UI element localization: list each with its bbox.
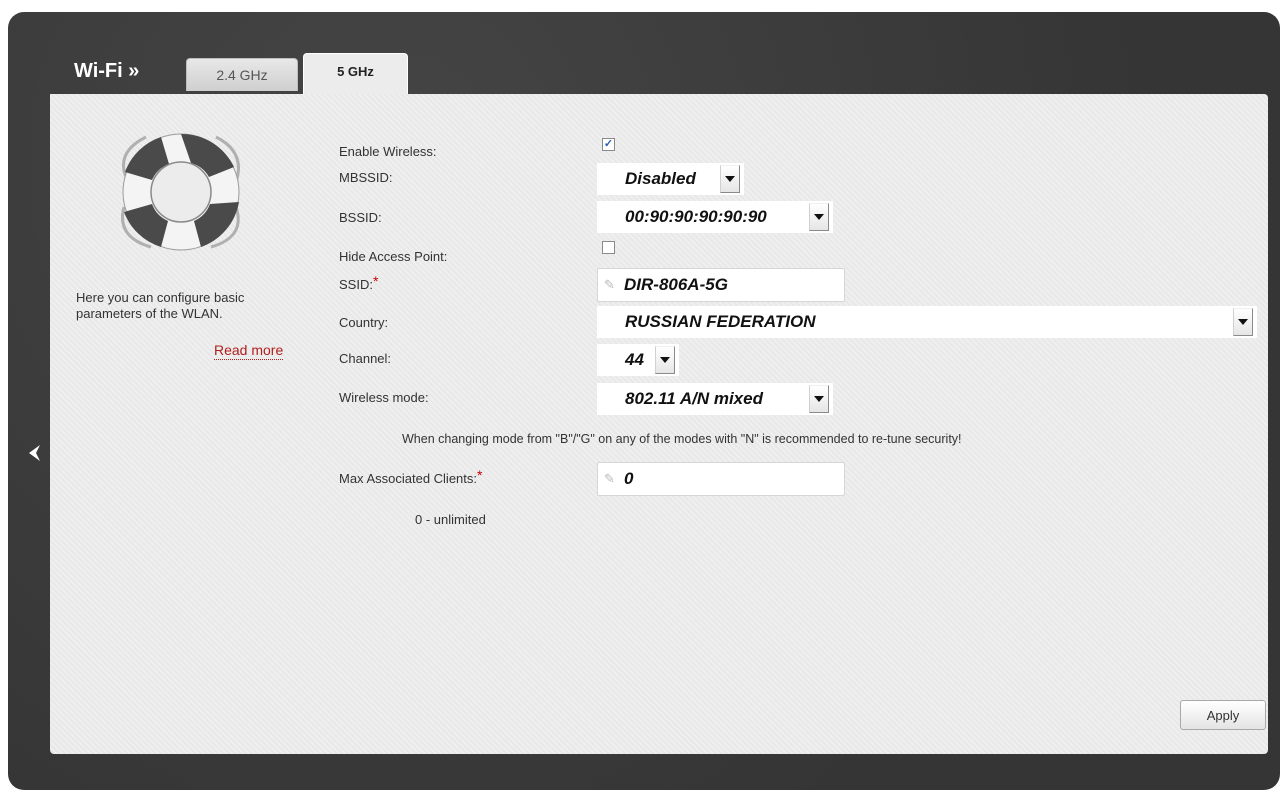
required-marker: *	[372, 273, 379, 289]
max-clients-hint: 0 - unlimited	[415, 512, 486, 527]
mbssid-select[interactable]: Disabled	[597, 163, 744, 195]
max-clients-input[interactable]: ✎ 0	[597, 462, 845, 496]
ssid-value: DIR-806A-5G	[624, 275, 728, 294]
required-marker: *	[477, 467, 483, 483]
read-more-link[interactable]: Read more	[214, 342, 284, 360]
country-value: RUSSIAN FEDERATION	[625, 312, 816, 331]
bssid-label: BSSID:	[339, 210, 382, 225]
chevron-down-icon	[720, 165, 740, 193]
enable-wireless-checkbox[interactable]: ✓	[602, 138, 615, 151]
section-title: Wi-Fi »	[74, 60, 140, 82]
wireless-mode-select[interactable]: 802.11 A/N mixed	[597, 383, 833, 415]
hide-access-point-label: Hide Access Point:	[339, 249, 448, 264]
wireless-mode-note: When changing mode from "B"/"G" on any o…	[402, 432, 962, 446]
hide-access-point-checkbox[interactable]	[602, 241, 615, 254]
chevron-down-icon	[809, 385, 829, 413]
tab-2-4ghz[interactable]: 2.4 GHz	[186, 58, 298, 91]
enable-wireless-label: Enable Wireless:	[339, 144, 437, 159]
apply-button[interactable]: Apply	[1180, 700, 1266, 730]
ssid-input[interactable]: ✎ DIR-806A-5G	[597, 268, 845, 302]
pencil-icon: ✎	[604, 471, 615, 486]
chevron-down-icon	[809, 203, 829, 231]
channel-value: 44	[625, 350, 644, 369]
channel-label: Channel:	[339, 351, 392, 366]
max-clients-label: Max Associated Clients:*	[339, 467, 483, 486]
bssid-select[interactable]: 00:90:90:90:90:90	[597, 201, 833, 233]
channel-select[interactable]: 44	[597, 344, 679, 376]
tab-5ghz[interactable]: 5 GHz	[303, 53, 408, 96]
mbssid-label: MBSSID:	[339, 170, 393, 185]
wireless-mode-label: Wireless mode:	[339, 390, 429, 405]
help-text: Here you can configure basic parameters …	[76, 290, 245, 321]
chevron-down-icon	[655, 346, 675, 374]
pencil-icon: ✎	[604, 277, 615, 292]
wireless-mode-value: 802.11 A/N mixed	[625, 389, 763, 408]
back-arrow-icon[interactable]	[22, 438, 46, 468]
country-select[interactable]: RUSSIAN FEDERATION	[597, 306, 1257, 338]
lifebuoy-icon	[106, 122, 256, 267]
chevron-down-icon	[1233, 308, 1253, 336]
mbssid-value: Disabled	[625, 169, 696, 188]
max-clients-value: 0	[624, 469, 634, 488]
ssid-label: SSID:*	[339, 273, 379, 292]
country-label: Country:	[339, 315, 389, 330]
bssid-value: 00:90:90:90:90:90	[625, 207, 767, 226]
